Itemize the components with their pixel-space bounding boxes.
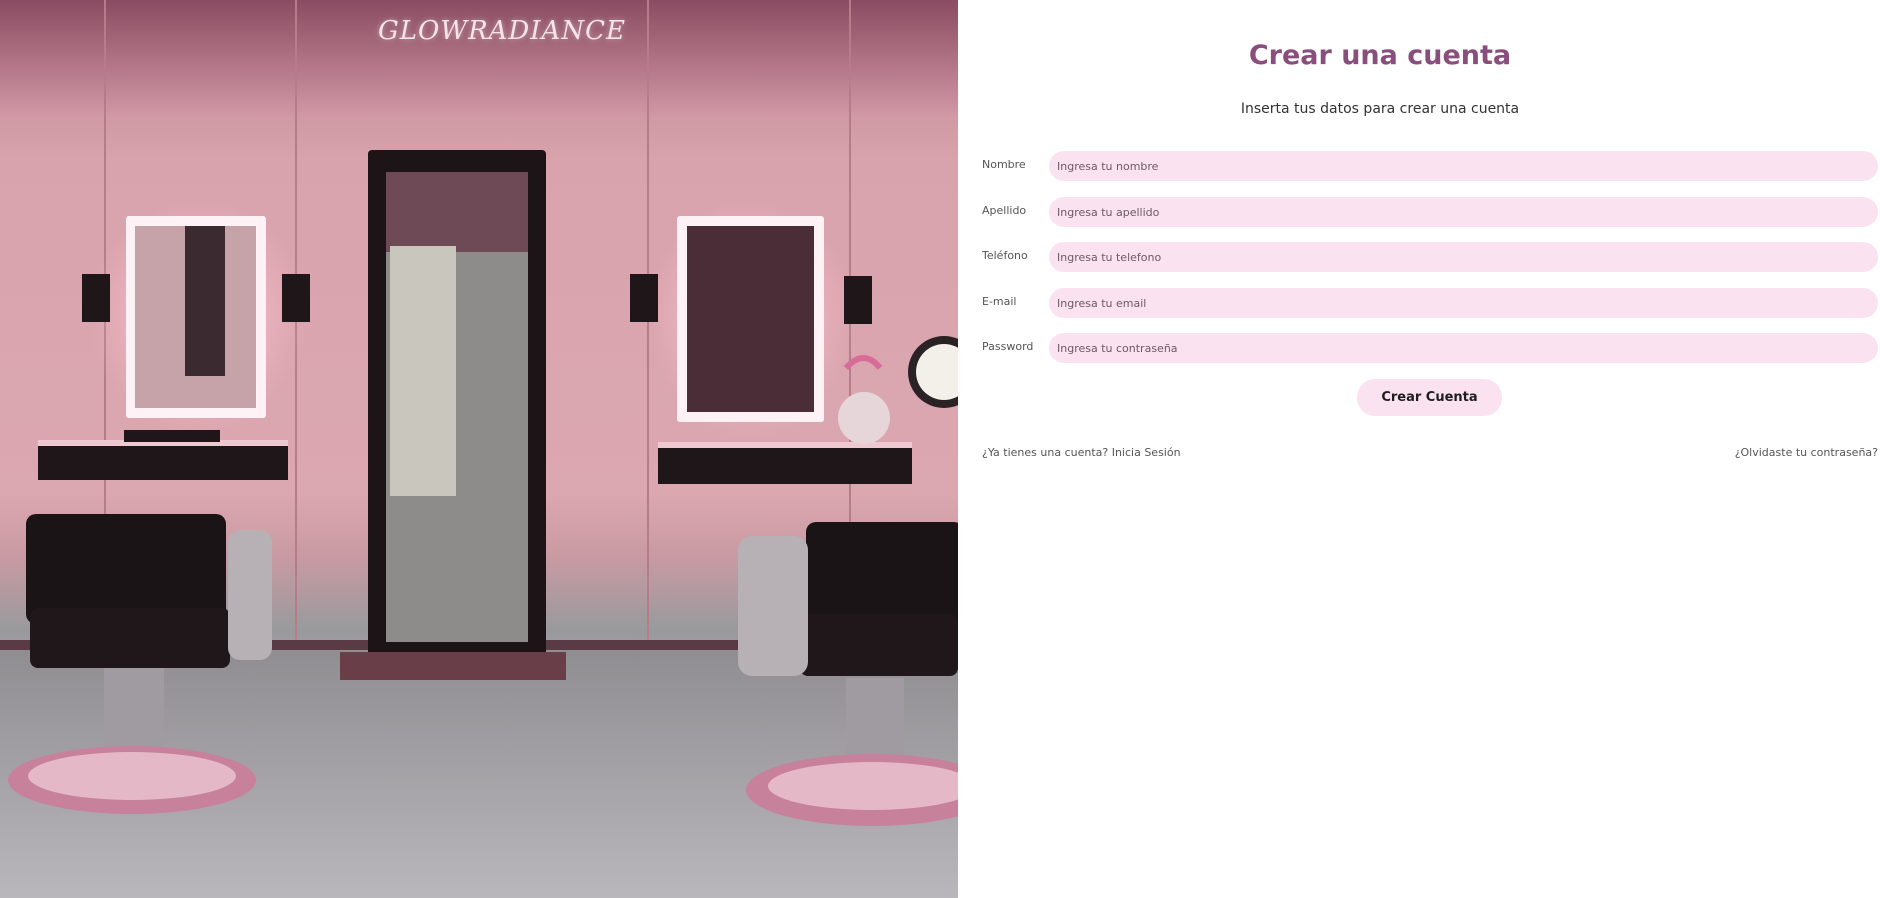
email-input[interactable] xyxy=(1049,288,1878,318)
telefono-label: Teléfono xyxy=(982,249,1028,262)
login-link[interactable]: ¿Ya tienes una cuenta? Inicia Sesión xyxy=(982,446,1181,459)
forgot-password-link[interactable]: ¿Olvidaste tu contraseña? xyxy=(1735,446,1878,459)
password-input[interactable] xyxy=(1049,333,1878,363)
nombre-input[interactable] xyxy=(1049,151,1878,181)
apellido-input[interactable] xyxy=(1049,197,1878,227)
signup-panel: Crear una cuenta Inserta tus datos para … xyxy=(958,0,1880,898)
page-subtitle: Inserta tus datos para crear una cuenta xyxy=(1240,101,1520,117)
page-title: Crear una cuenta xyxy=(1248,40,1512,71)
create-account-button[interactable]: Crear Cuenta xyxy=(1357,379,1502,416)
brand-logo: GLOWRADIANCE xyxy=(378,16,626,46)
apellido-label: Apellido xyxy=(982,204,1027,217)
password-label: Password xyxy=(982,340,1034,353)
email-label: E-mail xyxy=(982,295,1017,308)
hero-image: GLOWRADIANCE xyxy=(0,0,958,898)
nombre-label: Nombre xyxy=(982,158,1026,171)
salon-illustration xyxy=(0,0,958,898)
telefono-input[interactable] xyxy=(1049,242,1878,272)
